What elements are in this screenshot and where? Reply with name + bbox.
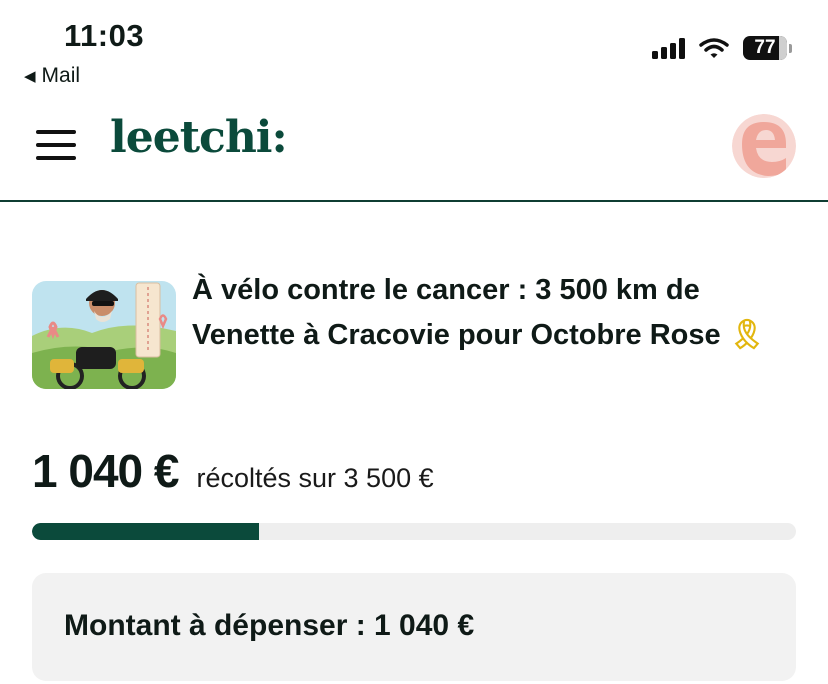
ribbon-icon: 🎗 — [728, 319, 766, 351]
campaign-title-text: À vélo contre le cancer : 3 500 km de Ve… — [192, 274, 721, 351]
back-arrow-icon: ◀ — [24, 68, 36, 85]
app-header: leetchi: — [0, 100, 828, 202]
leetchi-logo[interactable]: leetchi: — [110, 112, 288, 163]
back-to-mail-link[interactable]: ◀ Mail — [24, 64, 80, 88]
funding-summary: 1 040 € récoltés sur 3 500 € — [32, 444, 434, 498]
raised-amount: 1 040 € — [32, 445, 179, 497]
user-avatar-icon[interactable] — [732, 114, 796, 178]
campaign-image[interactable] — [32, 281, 176, 389]
funding-progress-bar — [32, 523, 796, 540]
battery-level: 77 — [754, 37, 776, 58]
back-app-label: Mail — [41, 64, 81, 87]
status-time: 11:03 — [64, 18, 145, 53]
wifi-icon — [699, 38, 729, 58]
raised-caption: récoltés sur 3 500 € — [196, 463, 434, 493]
funding-progress-fill — [32, 523, 259, 540]
cellular-signal-icon — [652, 37, 685, 59]
campaign-title[interactable]: À vélo contre le cancer : 3 500 km de Ve… — [192, 268, 802, 358]
status-indicators: 77 — [652, 36, 792, 60]
spendable-amount-label: Montant à dépenser : 1 040 € — [64, 609, 475, 642]
spendable-amount-card[interactable]: Montant à dépenser : 1 040 € — [32, 573, 796, 681]
hamburger-menu-icon[interactable] — [36, 130, 76, 160]
battery-icon: 77 — [743, 36, 792, 60]
